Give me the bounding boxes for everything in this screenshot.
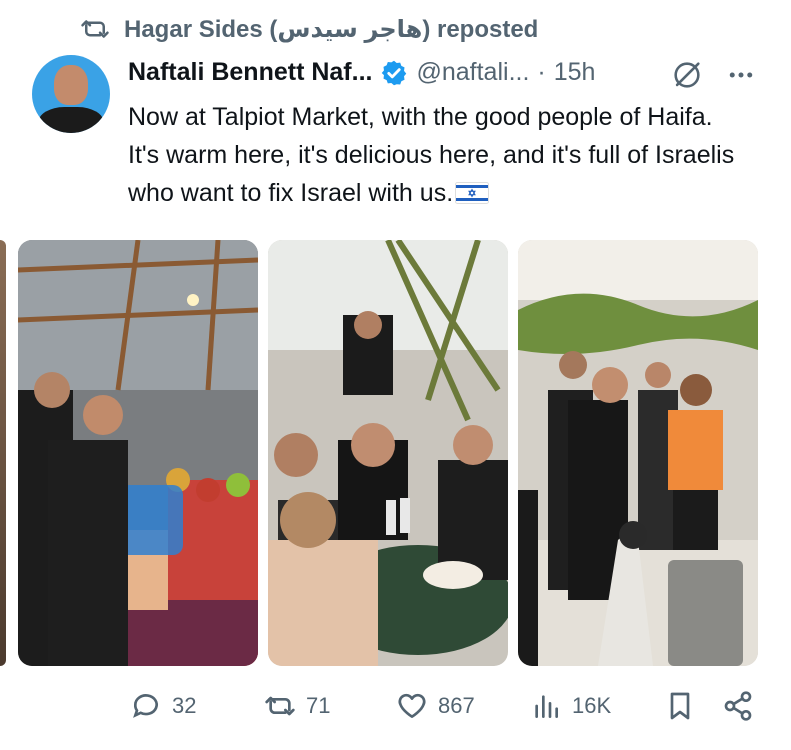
repost-count: 71 (306, 693, 331, 718)
tweet-body: Now at Talpiot Market, with the good peo… (128, 103, 735, 207)
more-options-icon[interactable] (724, 60, 758, 90)
repost-icon (81, 20, 109, 38)
views-button[interactable]: 16K (530, 690, 611, 722)
israel-flag-icon (455, 182, 490, 204)
views-bar-chart-icon (535, 695, 558, 718)
heart-icon (398, 693, 426, 718)
timestamp[interactable]: 15h (554, 58, 596, 87)
verified-badge-icon[interactable] (380, 59, 408, 87)
author-name[interactable]: Naftali Bennett Naf... (128, 58, 372, 87)
reply-button[interactable]: 32 (130, 690, 196, 722)
tweet-header: Naftali Bennett Naf... @naftali... · 15h (128, 58, 595, 87)
bookmark-button[interactable] (664, 690, 696, 722)
grok-icon[interactable] (670, 58, 704, 92)
like-count: 867 (438, 693, 475, 718)
repost-indicator[interactable]: Hagar Sides (هاجر سيدس) reposted (80, 14, 538, 44)
share-icon (724, 691, 752, 721)
repost-text: Hagar Sides (هاجر سيدس) reposted (124, 15, 539, 43)
repost-icon (265, 696, 295, 716)
media-carousel[interactable] (0, 240, 791, 668)
market-stall-photo[interactable] (18, 240, 258, 666)
author-handle[interactable]: @naftali... (416, 58, 529, 87)
repost-button[interactable]: 71 (264, 690, 330, 722)
reply-count: 32 (172, 693, 197, 718)
cafe-crowd-photo[interactable] (518, 240, 758, 666)
tweet-actions: 32 71 867 16K (0, 690, 791, 734)
like-button[interactable]: 867 (396, 690, 475, 722)
previous-photo-sliver[interactable] (0, 240, 6, 666)
avatar[interactable] (32, 55, 110, 133)
tweet-text: Now at Talpiot Market, with the good peo… (128, 98, 748, 212)
share-button[interactable] (722, 690, 754, 722)
bookmark-icon (670, 692, 690, 720)
separator-dot: · (537, 58, 546, 86)
reply-icon (133, 694, 158, 718)
view-count: 16K (572, 693, 612, 718)
cafe-table-photo[interactable] (268, 240, 508, 666)
